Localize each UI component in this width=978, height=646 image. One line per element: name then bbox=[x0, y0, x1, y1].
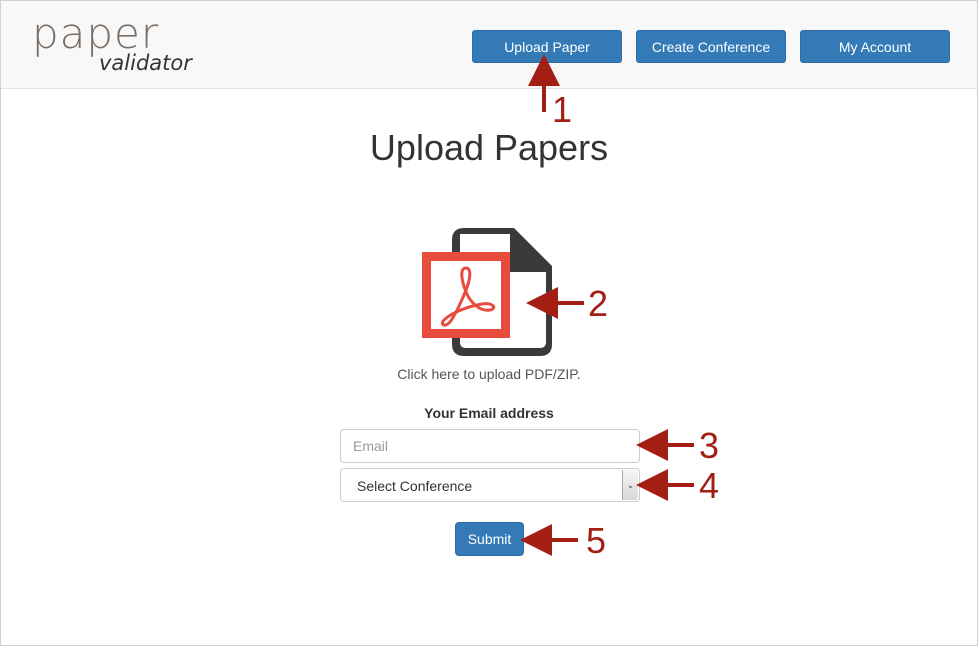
top-navbar: paper validator Upload Paper Create Conf… bbox=[1, 1, 977, 89]
email-label: Your Email address bbox=[424, 405, 554, 421]
chevron-down-icon[interactable]: ⌄ bbox=[622, 470, 638, 500]
conference-select[interactable]: Select Conference ⌄ bbox=[340, 468, 640, 502]
conference-select-value: Select Conference bbox=[357, 478, 473, 494]
my-account-button[interactable]: My Account bbox=[800, 30, 950, 63]
upload-caption[interactable]: Click here to upload PDF/ZIP. bbox=[0, 366, 978, 382]
page-title: Upload Papers bbox=[369, 127, 609, 168]
pdf-upload-dropzone[interactable] bbox=[422, 226, 554, 360]
upload-paper-button[interactable]: Upload Paper bbox=[472, 30, 622, 63]
pdf-file-icon bbox=[422, 228, 552, 356]
create-conference-button[interactable]: Create Conference bbox=[636, 30, 786, 63]
logo-sub-text: validator bbox=[99, 51, 192, 75]
email-input[interactable] bbox=[340, 429, 640, 463]
submit-button[interactable]: Submit bbox=[455, 522, 524, 556]
logo[interactable]: paper validator bbox=[32, 9, 202, 83]
